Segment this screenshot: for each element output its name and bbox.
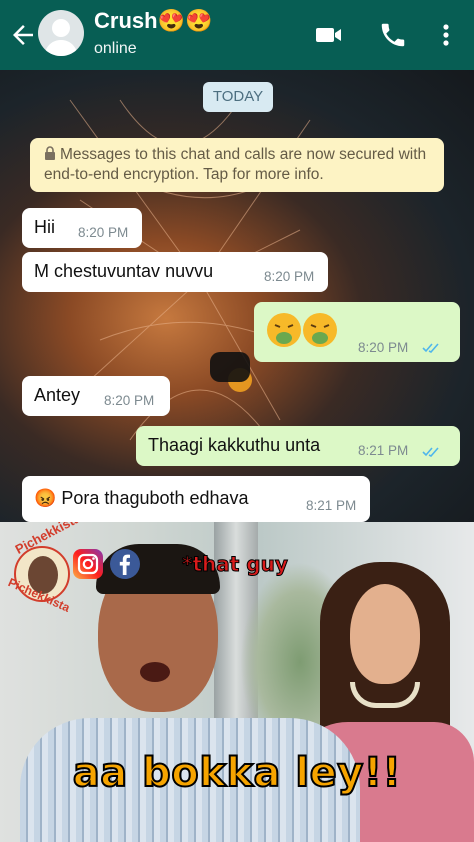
message-time: 8:20 PM	[104, 393, 155, 408]
man-mouth	[140, 662, 170, 682]
instagram-icon	[73, 549, 103, 579]
date-chip: TODAY	[203, 82, 273, 112]
voice-call-icon[interactable]	[378, 20, 408, 50]
read-receipt-icon	[422, 447, 439, 457]
message-time: 8:21 PM	[306, 498, 357, 513]
message-bubble-incoming[interactable]: M chestuvuntav nuvvu 8:20 PM	[22, 252, 328, 292]
read-receipt-icon	[422, 343, 439, 353]
meme-image: Pichekkista Pichekkista *that guy aa bok…	[0, 522, 474, 842]
nauseated-face-emoji-icon	[267, 313, 301, 347]
message-text: Hii	[34, 217, 55, 237]
meme-caption: aa bokka ley!!	[72, 749, 402, 797]
message-text: M chestuvuntav nuvvu	[34, 261, 214, 281]
lock-icon	[45, 146, 55, 160]
message-time: 8:20 PM	[358, 340, 409, 355]
chat-header: Crush😍😍 online	[0, 0, 474, 70]
message-text: Thaagi kakkuthu unta	[148, 435, 321, 455]
message-emoji	[266, 312, 338, 348]
back-arrow-icon[interactable]	[8, 20, 38, 50]
more-options-icon[interactable]	[431, 20, 461, 50]
facebook-icon	[110, 549, 140, 579]
nauseated-face-emoji-icon	[303, 313, 337, 347]
message-bubble-incoming[interactable]: Antey 8:20 PM	[22, 376, 170, 416]
chat-area[interactable]: TODAY Messages to this chat and calls ar…	[0, 70, 474, 522]
message-time: 8:20 PM	[78, 225, 129, 240]
message-time: 8:20 PM	[264, 269, 315, 284]
default-avatar-icon	[44, 19, 78, 56]
message-text: Antey	[34, 385, 81, 405]
woman-face	[350, 584, 420, 684]
contact-status: online	[94, 40, 137, 57]
that-guy-label: *that guy	[182, 552, 289, 577]
video-call-icon[interactable]	[314, 20, 344, 50]
message-bubble-outgoing[interactable]: Thaagi kakkuthu unta 8:21 PM	[136, 426, 460, 466]
contact-avatar[interactable]	[38, 10, 84, 56]
message-time: 8:21 PM	[358, 443, 409, 458]
encryption-notice-text: Messages to this chat and calls are now …	[44, 146, 427, 183]
message-bubble-incoming[interactable]: 😡 Pora thaguboth edhava 8:21 PM	[22, 476, 370, 522]
message-bubble-outgoing[interactable]: 8:20 PM	[254, 302, 460, 362]
message-bubble-incoming[interactable]: Hii 8:20 PM	[22, 208, 142, 248]
encryption-notice[interactable]: Messages to this chat and calls are now …	[30, 138, 444, 192]
contact-name[interactable]: Crush😍😍	[94, 8, 212, 34]
message-text: 😡 Pora thaguboth edhava	[34, 488, 249, 508]
